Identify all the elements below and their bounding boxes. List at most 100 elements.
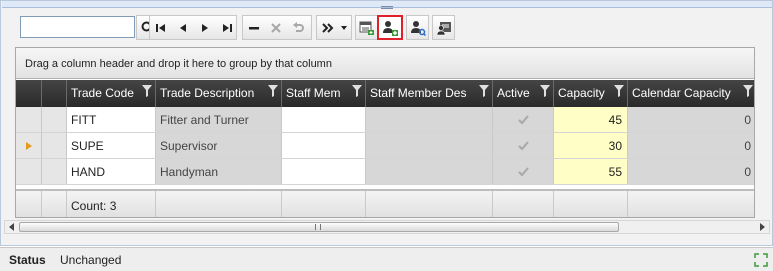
first-record-button[interactable]	[151, 15, 171, 40]
summary-cell	[628, 191, 754, 217]
column-header-calendar-capacity[interactable]: Calendar Capacity	[628, 80, 754, 107]
group-by-panel[interactable]: Drag a column header and drop it here to…	[16, 48, 754, 79]
scroll-right-icon[interactable]	[760, 223, 765, 231]
calendar-capacity-cell[interactable]: 0	[628, 133, 754, 158]
column-header-trade-description[interactable]: Trade Description	[156, 80, 282, 107]
calendar-capacity-cell[interactable]: 0	[628, 159, 754, 184]
find-user-icon	[410, 20, 426, 36]
row-indicator[interactable]	[16, 107, 42, 132]
staff-member-cell[interactable]	[282, 107, 366, 132]
trade-description-cell[interactable]: Fitter and Turner	[156, 107, 282, 132]
summary-indicator	[16, 191, 42, 217]
search-input[interactable]	[20, 16, 135, 38]
last-record-button[interactable]	[217, 15, 237, 40]
table-row[interactable]: SUPE Supervisor 30 0	[16, 133, 754, 159]
active-checkbox[interactable]	[493, 133, 554, 158]
export-button[interactable]	[355, 15, 378, 40]
trade-code-cell[interactable]: SUPE	[67, 133, 156, 158]
add-user-button[interactable]	[377, 15, 403, 40]
trade-description-cell[interactable]: Supervisor	[156, 133, 282, 158]
dropdown-icon	[340, 25, 347, 30]
table-row[interactable]: HAND Handyman 55 0	[16, 159, 754, 185]
cancel-icon	[271, 22, 281, 33]
staff-member-description-cell[interactable]	[366, 133, 493, 158]
row-selector[interactable]	[42, 159, 67, 184]
scroll-left-icon[interactable]	[9, 223, 14, 231]
filter-icon[interactable]	[614, 85, 624, 97]
checkmark-icon	[517, 166, 529, 176]
status-label: Status	[9, 253, 46, 267]
column-header-staff-member-description[interactable]: Staff Member Des	[366, 80, 493, 107]
indicator-header	[16, 80, 42, 107]
column-header-active[interactable]: Active	[493, 80, 554, 107]
trade-description-cell[interactable]: Handyman	[156, 159, 282, 184]
summary-cell	[493, 191, 554, 217]
select-header[interactable]	[42, 80, 67, 107]
splitter-grip-icon[interactable]	[381, 6, 393, 9]
trade-code-cell[interactable]: FITT	[67, 107, 156, 132]
column-header-staff-member[interactable]: Staff Mem	[282, 80, 366, 107]
summary-row: Count: 3	[16, 189, 754, 217]
staff-member-cell[interactable]	[282, 133, 366, 158]
summary-cell	[282, 191, 366, 217]
staff-member-description-cell[interactable]	[366, 107, 493, 132]
cancel-button[interactable]	[266, 15, 286, 40]
row-selector[interactable]	[42, 133, 67, 158]
filter-icon[interactable]	[540, 85, 550, 97]
expand-icon[interactable]	[754, 253, 768, 267]
checkmark-icon	[517, 140, 529, 150]
filter-icon[interactable]	[268, 85, 278, 97]
trade-code-cell[interactable]: HAND	[67, 159, 156, 184]
horizontal-scrollbar[interactable]	[4, 220, 770, 234]
capacity-cell[interactable]: 30	[554, 133, 628, 158]
summary-selector	[42, 191, 67, 217]
column-header-capacity[interactable]: Capacity	[554, 80, 628, 107]
undo-button[interactable]	[288, 15, 308, 40]
filter-icon[interactable]	[142, 85, 152, 97]
remove-icon	[249, 26, 259, 29]
filter-icon[interactable]	[743, 85, 753, 97]
last-record-icon	[223, 23, 232, 32]
filter-icon[interactable]	[352, 85, 362, 97]
first-record-icon	[156, 23, 165, 32]
scroll-thumb[interactable]	[19, 222, 619, 232]
undo-icon	[293, 21, 304, 32]
remove-button[interactable]	[244, 15, 264, 40]
add-user-icon	[383, 20, 398, 36]
user-card-icon	[436, 21, 451, 35]
next-record-button[interactable]	[195, 15, 215, 40]
summary-cell	[156, 191, 282, 217]
capacity-cell[interactable]: 55	[554, 159, 628, 184]
find-user-button[interactable]	[406, 15, 429, 40]
grip-icon	[315, 224, 321, 230]
table-row[interactable]: FITT Fitter and Turner 45 0	[16, 107, 754, 133]
staff-member-cell[interactable]	[282, 159, 366, 184]
data-grid: Drag a column header and drop it here to…	[15, 47, 755, 218]
previous-record-button[interactable]	[173, 15, 193, 40]
more-commands-icon	[321, 22, 333, 33]
more-commands-button[interactable]	[316, 15, 352, 40]
active-checkbox[interactable]	[493, 159, 554, 184]
user-card-button[interactable]	[432, 15, 455, 40]
window-frame: Drag a column header and drop it here to…	[0, 0, 773, 246]
filter-icon[interactable]	[479, 85, 489, 97]
capacity-cell[interactable]: 45	[554, 107, 628, 132]
current-row-arrow-icon	[25, 141, 32, 150]
staff-member-description-cell[interactable]	[366, 159, 493, 184]
calendar-capacity-cell[interactable]: 0	[628, 107, 754, 132]
row-selector[interactable]	[42, 107, 67, 132]
group-by-hint: Drag a column header and drop it here to…	[25, 58, 332, 70]
toolbar	[15, 13, 465, 43]
row-indicator[interactable]	[16, 159, 42, 184]
status-value: Unchanged	[60, 253, 122, 267]
column-header-trade-code[interactable]: Trade Code	[67, 80, 156, 107]
summary-cell	[554, 191, 628, 217]
status-bar: Status Unchanged	[0, 247, 773, 271]
checkmark-icon	[517, 114, 529, 124]
summary-cell	[366, 191, 493, 217]
row-indicator[interactable]	[16, 133, 42, 158]
next-record-icon	[202, 23, 208, 32]
column-header-row: Trade Code Trade Description Staff Mem S…	[16, 80, 754, 107]
row-count: Count: 3	[67, 191, 156, 217]
active-checkbox[interactable]	[493, 107, 554, 132]
